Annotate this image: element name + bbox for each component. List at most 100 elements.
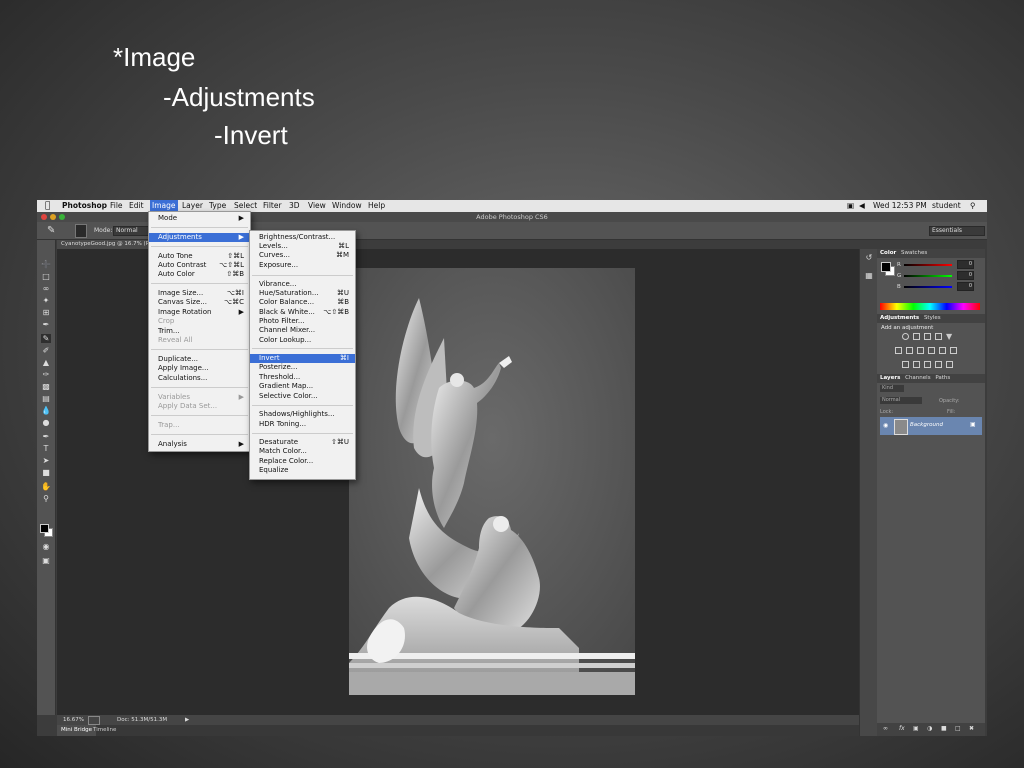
image-menu-item-auto-tone[interactable]: Auto Tone ⇧⌘L xyxy=(149,252,250,261)
adjustments-menu-item-posterize[interactable]: Posterize... xyxy=(250,363,355,372)
foreground-color-chip[interactable] xyxy=(881,262,891,272)
layer-style-icon[interactable]: fx xyxy=(899,725,905,732)
tab-layers[interactable]: Layers xyxy=(880,375,900,381)
zoom-level[interactable]: 16.67% xyxy=(63,715,84,725)
screen-mode-icon[interactable]: ▣ xyxy=(41,556,51,565)
adjustments-menu-item-color-lookup[interactable]: Color Lookup... xyxy=(250,336,355,345)
type-tool-icon[interactable]: T xyxy=(41,444,51,453)
path-selection-tool-icon[interactable]: ➤ xyxy=(41,456,51,465)
marquee-tool-icon[interactable]: □ xyxy=(41,272,51,281)
delete-layer-icon[interactable]: ✖ xyxy=(969,725,974,732)
flag-icon[interactable]: ▣ xyxy=(847,200,854,212)
brightness-adjustment-icon[interactable] xyxy=(902,333,909,340)
adjustments-menu-item-match-color[interactable]: Match Color... xyxy=(250,447,355,456)
channel-r-value[interactable]: 0 xyxy=(957,260,974,269)
status-menu-arrow-icon[interactable]: ▶ xyxy=(185,715,189,725)
hand-tool-icon[interactable]: ✋ xyxy=(41,482,51,491)
channel-r-slider[interactable] xyxy=(904,264,952,266)
eraser-tool-icon[interactable]: ▩ xyxy=(41,382,51,391)
menu-clock[interactable]: Wed 12:53 PM xyxy=(873,200,927,212)
layer-name[interactable]: Background xyxy=(910,422,943,428)
channel-b-value[interactable]: 0 xyxy=(957,282,974,291)
adjustments-menu-item-color-balance[interactable]: Color Balance... ⌘B xyxy=(250,298,355,307)
menu-3d[interactable]: 3D xyxy=(289,200,300,212)
brush-tool-icon[interactable]: ✐ xyxy=(41,346,51,355)
workspace-select[interactable]: Essentials xyxy=(929,226,985,236)
adjustments-menu-item-threshold[interactable]: Threshold... xyxy=(250,373,355,382)
lasso-tool-icon[interactable]: ∞ xyxy=(41,284,51,293)
selective-color-adjustment-icon[interactable] xyxy=(946,361,953,368)
brush-tool-preset-icon[interactable]: ✎ xyxy=(47,225,55,236)
mode-select[interactable]: Normal xyxy=(113,226,149,236)
apple-icon[interactable]:  xyxy=(45,200,50,212)
adjustments-menu-item-channel-mixer[interactable]: Channel Mixer... xyxy=(250,326,355,335)
color-balance-adjustment-icon[interactable] xyxy=(906,347,913,354)
image-menu-item-canvas-size[interactable]: Canvas Size... ⌥⌘C xyxy=(149,298,250,307)
adjustments-menu-item-vibrance[interactable]: Vibrance... xyxy=(250,280,355,289)
quick-select-tool-icon[interactable]: ✦ xyxy=(41,296,51,305)
tab-paths[interactable]: Paths xyxy=(935,375,950,381)
layer-row-background[interactable]: ◉ Background ▣ xyxy=(880,417,982,435)
levels-adjustment-icon[interactable] xyxy=(913,333,920,340)
threshold-adjustment-icon[interactable] xyxy=(924,361,931,368)
tab-timeline[interactable]: Timeline xyxy=(93,725,116,736)
menu-edit[interactable]: Edit xyxy=(129,200,144,212)
channel-g-value[interactable]: 0 xyxy=(957,271,974,280)
adjustments-menu-item-hue-saturation[interactable]: Hue/Saturation... ⌘U xyxy=(250,289,355,298)
spotlight-search-icon[interactable]: ⚲ xyxy=(970,200,976,212)
channel-b-slider[interactable] xyxy=(904,286,952,288)
adjustments-menu-item-desaturate[interactable]: Desaturate ⇧⌘U xyxy=(250,438,355,447)
gradient-map-adjustment-icon[interactable] xyxy=(935,361,942,368)
image-menu-item-apply-image[interactable]: Apply Image... xyxy=(149,364,250,373)
adjustments-menu-item-gradient-map[interactable]: Gradient Map... xyxy=(250,382,355,391)
blur-tool-icon[interactable]: 💧 xyxy=(41,406,51,415)
tab-mini-bridge[interactable]: Mini Bridge xyxy=(57,725,96,736)
adjustments-menu-item-curves[interactable]: Curves... ⌘M xyxy=(250,251,355,260)
menu-user[interactable]: student xyxy=(932,200,961,212)
image-menu-item-trim[interactable]: Trim... xyxy=(149,327,250,336)
zoom-tool-icon[interactable]: ⚲ xyxy=(41,494,51,503)
healing-brush-tool-icon[interactable]: ✎ xyxy=(41,334,51,343)
adjustments-menu-item-exposure[interactable]: Exposure... xyxy=(250,261,355,270)
black-white-adjustment-icon[interactable] xyxy=(917,347,924,354)
posterize-adjustment-icon[interactable] xyxy=(913,361,920,368)
tab-styles[interactable]: Styles xyxy=(924,315,941,321)
move-tool-icon[interactable]: ➕ xyxy=(41,260,51,269)
adjustments-menu-item-hdr-toning[interactable]: HDR Toning... xyxy=(250,420,355,429)
adjustments-menu-item-photo-filter[interactable]: Photo Filter... xyxy=(250,317,355,326)
menu-app-name[interactable]: Photoshop xyxy=(62,200,107,212)
pen-tool-icon[interactable]: ✒ xyxy=(41,432,51,441)
image-menu-item-adjustments[interactable]: Adjustments ▶ xyxy=(149,233,250,242)
image-menu-item-duplicate[interactable]: Duplicate... xyxy=(149,355,250,364)
hue-saturation-adjustment-icon[interactable] xyxy=(895,347,902,354)
image-menu-item-image-size[interactable]: Image Size... ⌥⌘I xyxy=(149,289,250,298)
menu-filter[interactable]: Filter xyxy=(263,200,282,212)
color-spectrum-ramp[interactable] xyxy=(880,303,980,310)
layer-visibility-eye-icon[interactable]: ◉ xyxy=(883,422,888,429)
history-panel-icon[interactable]: ↺ xyxy=(864,253,874,262)
brush-size-picker[interactable] xyxy=(75,224,87,238)
quick-mask-icon[interactable]: ◉ xyxy=(41,542,51,551)
adjustments-menu-item-selective-color[interactable]: Selective Color... xyxy=(250,392,355,401)
add-mask-icon[interactable]: ▣ xyxy=(913,725,919,732)
photo-filter-adjustment-icon[interactable] xyxy=(928,347,935,354)
vibrance-adjustment-icon[interactable]: ▼ xyxy=(946,333,953,341)
image-menu-item-image-rotation[interactable]: Image Rotation ▶ xyxy=(149,308,250,317)
foreground-color-swatch[interactable] xyxy=(40,524,49,533)
image-menu-item-mode[interactable]: Mode ▶ xyxy=(149,214,250,223)
dodge-tool-icon[interactable]: ● xyxy=(41,418,51,427)
channel-g-slider[interactable] xyxy=(904,275,952,277)
zoom-stepper[interactable] xyxy=(88,716,100,725)
exposure-adjustment-icon[interactable] xyxy=(935,333,942,340)
tab-color[interactable]: Color xyxy=(880,250,896,256)
minimize-window-button[interactable] xyxy=(50,214,56,220)
tab-adjustments[interactable]: Adjustments xyxy=(880,315,919,321)
link-layers-icon[interactable]: ∞ xyxy=(883,725,888,732)
layer-filter-kind[interactable]: Kind xyxy=(880,385,904,392)
tab-swatches[interactable]: Swatches xyxy=(901,250,927,256)
history-brush-tool-icon[interactable]: ✑ xyxy=(41,370,51,379)
image-menu-item-analysis[interactable]: Analysis ▶ xyxy=(149,440,250,449)
tab-channels[interactable]: Channels xyxy=(905,375,930,381)
zoom-window-button[interactable] xyxy=(59,214,65,220)
close-window-button[interactable] xyxy=(41,214,47,220)
